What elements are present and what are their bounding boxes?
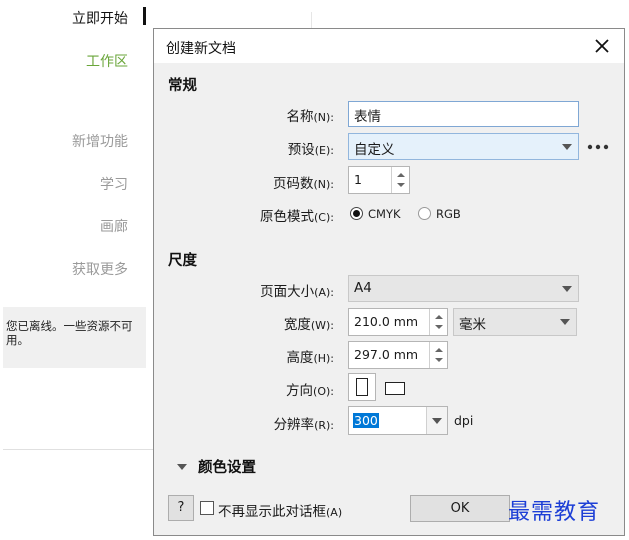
pages-stepper[interactable]: 1	[348, 166, 410, 194]
page-size-label: 页面大小(A):	[260, 284, 334, 300]
dialog-titlebar: 创建新文档	[154, 29, 624, 63]
resolution-label: 分辨率(R):	[273, 417, 334, 433]
ok-button[interactable]: OK	[410, 495, 510, 522]
arrow-up-icon[interactable]	[435, 348, 443, 352]
watermark: 最需教育	[508, 500, 601, 525]
radio-rgb[interactable]	[418, 207, 431, 220]
chevron-down-icon	[562, 143, 572, 150]
stepper-buttons[interactable]	[429, 342, 447, 368]
triangle-down-icon	[177, 464, 187, 470]
chevron-down-icon	[560, 319, 570, 325]
page-size-dropdown[interactable]: A4	[348, 275, 579, 302]
sidebar-item-gallery[interactable]: 画廊	[100, 216, 128, 236]
sidebar-item-get-more[interactable]: 获取更多	[72, 259, 128, 279]
dialog-title: 创建新文档	[166, 41, 236, 57]
preset-value: 自定义	[354, 142, 395, 158]
radio-cmyk-label: CMYK	[368, 207, 401, 221]
width-value: 210.0 mm	[354, 314, 419, 329]
stepper-buttons[interactable]	[429, 309, 447, 335]
arrow-down-icon[interactable]	[435, 325, 443, 329]
unit-value: 毫米	[459, 317, 486, 333]
arrow-up-icon[interactable]	[435, 315, 443, 319]
pages-label: 页码数(N):	[272, 176, 334, 192]
dont-show-label: 不再显示此对话框(A)	[218, 504, 343, 520]
portrait-button[interactable]	[348, 373, 376, 401]
preset-label: 预设(E):	[287, 142, 334, 158]
arrow-down-icon[interactable]	[397, 183, 405, 187]
resolution-combo[interactable]: 300	[348, 406, 448, 435]
more-options-button[interactable]	[586, 139, 610, 155]
offline-notice: 您已离线。一些资源不可用。	[3, 307, 146, 368]
stepper-buttons[interactable]	[391, 167, 409, 193]
resolution-value: 300	[353, 413, 379, 428]
chevron-down-icon	[432, 417, 442, 424]
radio-cmyk[interactable]	[350, 207, 363, 220]
name-label: 名称(N):	[286, 109, 334, 125]
name-input[interactable]: 表情	[348, 101, 579, 127]
landscape-icon	[385, 382, 405, 395]
create-document-dialog: 创建新文档 常规 名称(N): 表情 预设(E): 自定义 页码数(N): 1 …	[153, 28, 625, 536]
arrow-down-icon[interactable]	[435, 358, 443, 362]
chevron-down-icon	[562, 285, 572, 292]
color-mode-label: 原色模式(C):	[260, 209, 334, 225]
sidebar-item-whats-new[interactable]: 新增功能	[72, 131, 128, 151]
active-indicator	[143, 7, 146, 25]
unit-dropdown[interactable]: 毫米	[453, 308, 577, 336]
help-button[interactable]: ?	[168, 495, 194, 521]
dont-show-checkbox[interactable]	[200, 501, 214, 515]
portrait-icon	[356, 378, 368, 396]
ellipsis-icon	[587, 144, 609, 150]
close-button[interactable]	[588, 32, 616, 60]
height-label: 高度(H):	[286, 350, 334, 366]
offline-text: 您已离线。一些资源不可用。	[6, 319, 133, 347]
close-icon	[595, 39, 609, 53]
height-value: 297.0 mm	[354, 347, 419, 362]
radio-rgb-label: RGB	[436, 207, 461, 221]
color-settings-expander[interactable]: 颜色设置	[176, 456, 376, 478]
pages-value: 1	[354, 172, 362, 187]
width-stepper[interactable]: 210.0 mm	[348, 308, 448, 336]
page-size-value: A4	[354, 280, 372, 296]
resolution-dropdown-button[interactable]	[426, 407, 447, 434]
resolution-unit: dpi	[454, 413, 474, 428]
width-label: 宽度(W):	[283, 317, 334, 333]
preset-dropdown[interactable]: 自定义	[348, 133, 579, 160]
sidebar-item-get-started[interactable]: 立即开始	[72, 8, 128, 28]
landscape-button[interactable]	[382, 377, 408, 399]
section-dimensions: 尺度	[168, 253, 197, 269]
height-stepper[interactable]: 297.0 mm	[348, 341, 448, 369]
color-settings-label: 颜色设置	[198, 460, 256, 476]
section-general: 常规	[168, 78, 197, 94]
sidebar-item-learn[interactable]: 学习	[100, 174, 128, 194]
divider	[3, 449, 153, 450]
arrow-up-icon[interactable]	[397, 173, 405, 177]
orientation-label: 方向(O):	[286, 383, 334, 399]
sidebar-item-workspace[interactable]: 工作区	[86, 51, 128, 71]
